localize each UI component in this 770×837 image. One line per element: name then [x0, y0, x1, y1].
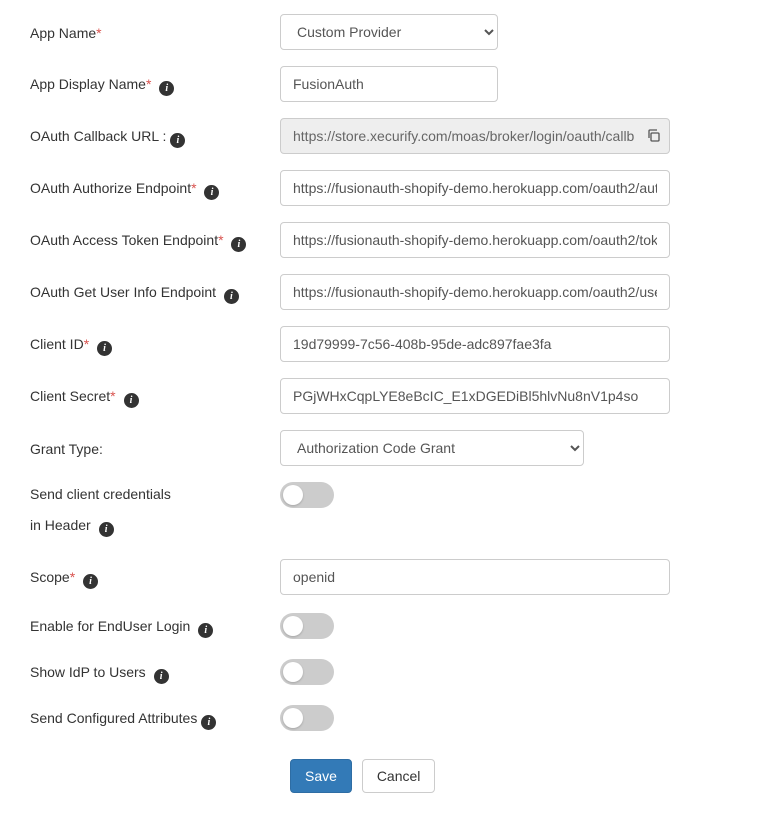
required-mark: *	[70, 569, 75, 585]
label-scope: Scope	[30, 569, 70, 585]
label-client-id: Client ID	[30, 336, 84, 352]
required-mark: *	[218, 232, 223, 248]
client-id-input[interactable]	[280, 326, 670, 362]
label-callback-url: OAuth Callback URL :	[30, 128, 166, 144]
label-authorize-endpoint: OAuth Authorize Endpoint	[30, 180, 191, 196]
required-mark: *	[191, 180, 196, 196]
info-icon[interactable]: i	[198, 623, 213, 638]
info-icon[interactable]: i	[231, 237, 246, 252]
client-secret-input[interactable]	[280, 378, 670, 414]
info-icon[interactable]: i	[224, 289, 239, 304]
app-name-select[interactable]: Custom Provider	[280, 14, 498, 50]
scope-input[interactable]	[280, 559, 670, 595]
show-idp-toggle[interactable]	[280, 659, 334, 685]
required-mark: *	[146, 76, 151, 92]
token-endpoint-input[interactable]	[280, 222, 670, 258]
info-icon[interactable]: i	[97, 341, 112, 356]
info-icon[interactable]: i	[83, 574, 98, 589]
info-icon[interactable]: i	[154, 669, 169, 684]
save-button[interactable]: Save	[290, 759, 352, 793]
grant-type-select[interactable]: Authorization Code Grant	[280, 430, 584, 466]
enable-enduser-toggle[interactable]	[280, 613, 334, 639]
authorize-endpoint-input[interactable]	[280, 170, 670, 206]
callback-url-input	[280, 118, 670, 154]
send-creds-toggle[interactable]	[280, 482, 334, 508]
label-send-creds-l1: Send client credentials	[30, 486, 171, 502]
info-icon[interactable]: i	[204, 185, 219, 200]
label-grant-type: Grant Type:	[30, 441, 103, 457]
required-mark: *	[110, 388, 115, 404]
info-icon[interactable]: i	[201, 715, 216, 730]
cancel-button[interactable]: Cancel	[362, 759, 436, 793]
label-token-endpoint: OAuth Access Token Endpoint	[30, 232, 218, 248]
required-mark: *	[84, 336, 89, 352]
display-name-input[interactable]	[280, 66, 498, 102]
label-enable-enduser: Enable for EndUser Login	[30, 618, 190, 634]
info-icon[interactable]: i	[170, 133, 185, 148]
send-attrs-toggle[interactable]	[280, 705, 334, 731]
label-send-attrs: Send Configured Attributes	[30, 710, 197, 726]
label-client-secret: Client Secret	[30, 388, 110, 404]
info-icon[interactable]: i	[124, 393, 139, 408]
required-mark: *	[96, 25, 101, 41]
info-icon[interactable]: i	[159, 81, 174, 96]
label-send-creds-l2: in Header	[30, 517, 91, 533]
label-userinfo-endpoint: OAuth Get User Info Endpoint	[30, 284, 216, 300]
userinfo-endpoint-input[interactable]	[280, 274, 670, 310]
copy-icon[interactable]	[646, 128, 662, 144]
info-icon[interactable]: i	[99, 522, 114, 537]
label-app-name: App Name	[30, 25, 96, 41]
label-show-idp: Show IdP to Users	[30, 664, 146, 680]
label-display-name: App Display Name	[30, 76, 146, 92]
